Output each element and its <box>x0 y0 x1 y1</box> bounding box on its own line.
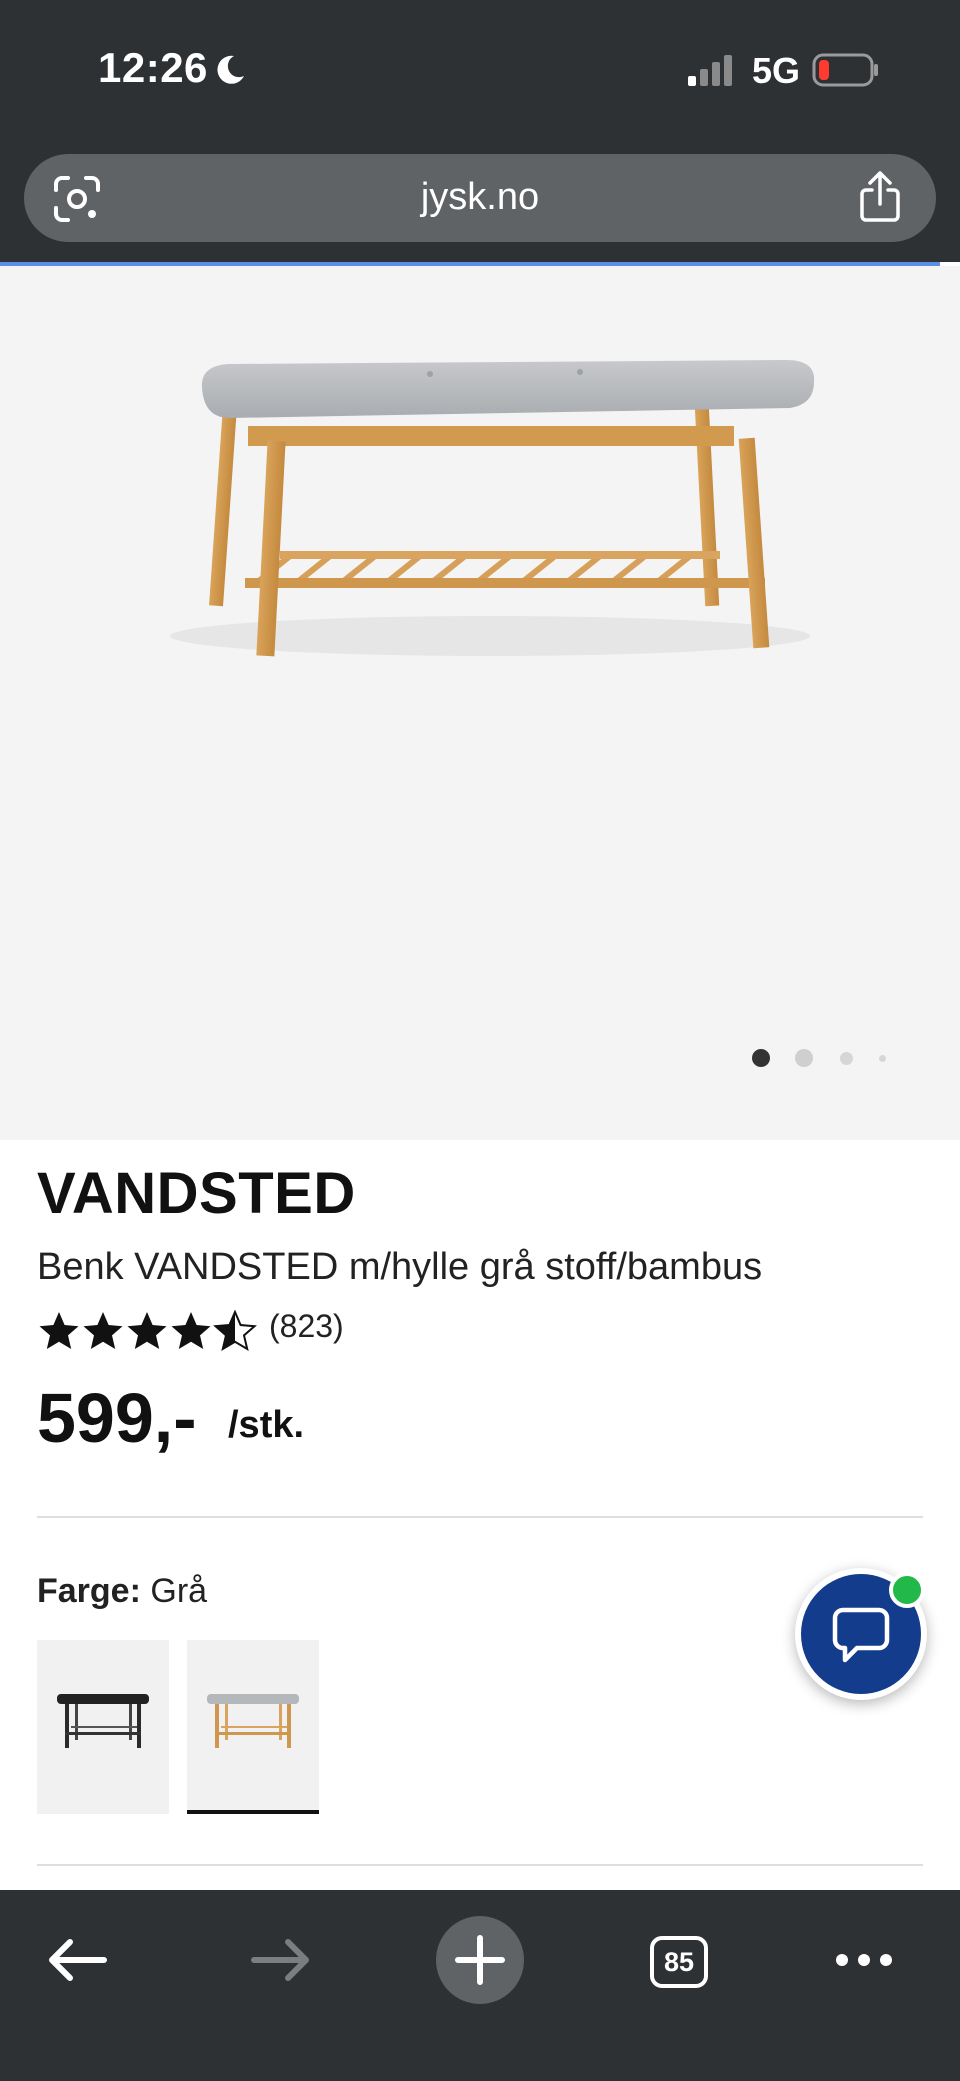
star-full-icon <box>83 1312 123 1349</box>
moon-icon <box>217 55 244 84</box>
chat-button[interactable] <box>795 1568 927 1700</box>
color-label: Farge: <box>37 1572 141 1610</box>
review-count[interactable]: (823) <box>269 1308 344 1345</box>
selected-swatch-indicator <box>187 1810 319 1814</box>
product-rating[interactable]: (823) <box>37 1306 437 1358</box>
gallery-pagination[interactable] <box>748 1046 898 1070</box>
network-label: 5G <box>752 50 801 91</box>
gallery-dot-3[interactable] <box>840 1052 853 1065</box>
battery-low-icon <box>812 53 878 87</box>
star-full-icon <box>127 1312 167 1349</box>
color-selector-label: Farge: Grå <box>37 1572 207 1611</box>
plus-icon <box>455 1935 505 1985</box>
star-half-icon <box>213 1310 257 1352</box>
black-bench-thumbnail <box>57 1694 149 1748</box>
signal-icon <box>688 55 732 86</box>
browser-bottom-toolbar: 85 <box>0 1890 960 2081</box>
new-tab-button[interactable] <box>436 1916 524 2004</box>
address-bar[interactable]: jysk.no <box>24 154 936 242</box>
grey-bench-thumbnail <box>207 1694 299 1748</box>
back-arrow-icon <box>49 1939 107 1981</box>
back-button[interactable] <box>38 1920 118 2000</box>
url-text[interactable]: jysk.no <box>24 176 936 219</box>
divider <box>37 1516 923 1518</box>
gallery-dot-2[interactable] <box>795 1049 813 1067</box>
online-indicator <box>889 1572 925 1608</box>
share-icon[interactable] <box>858 170 902 224</box>
chat-bubble-icon <box>832 1607 890 1663</box>
tabs-button[interactable]: 85 <box>650 1936 708 1988</box>
product-gallery[interactable] <box>0 266 960 1140</box>
gallery-dot-4[interactable] <box>879 1055 886 1062</box>
product-image[interactable] <box>150 326 830 666</box>
color-swatch-black[interactable] <box>37 1640 169 1814</box>
forward-button[interactable] <box>240 1920 320 2000</box>
star-full-icon <box>39 1312 79 1349</box>
color-swatch-grey[interactable] <box>187 1640 319 1814</box>
gallery-dot-1[interactable] <box>752 1049 770 1067</box>
star-full-icon <box>171 1312 211 1349</box>
more-menu-button[interactable] <box>824 1920 904 2000</box>
divider <box>37 1864 923 1866</box>
product-price: 599,- <box>37 1379 197 1457</box>
product-name: Benk VANDSTED m/hylle grå stoff/bambus <box>37 1246 763 1288</box>
selected-color: Grå <box>150 1572 208 1610</box>
price-unit: /stk. <box>228 1404 305 1446</box>
browser-top-bar: 12:26 5G jysk.no <box>0 0 960 262</box>
more-icon <box>836 1954 892 1966</box>
forward-arrow-icon <box>251 1939 309 1981</box>
status-time: 12:26 <box>98 44 208 91</box>
product-brand: VANDSTED <box>37 1161 356 1226</box>
